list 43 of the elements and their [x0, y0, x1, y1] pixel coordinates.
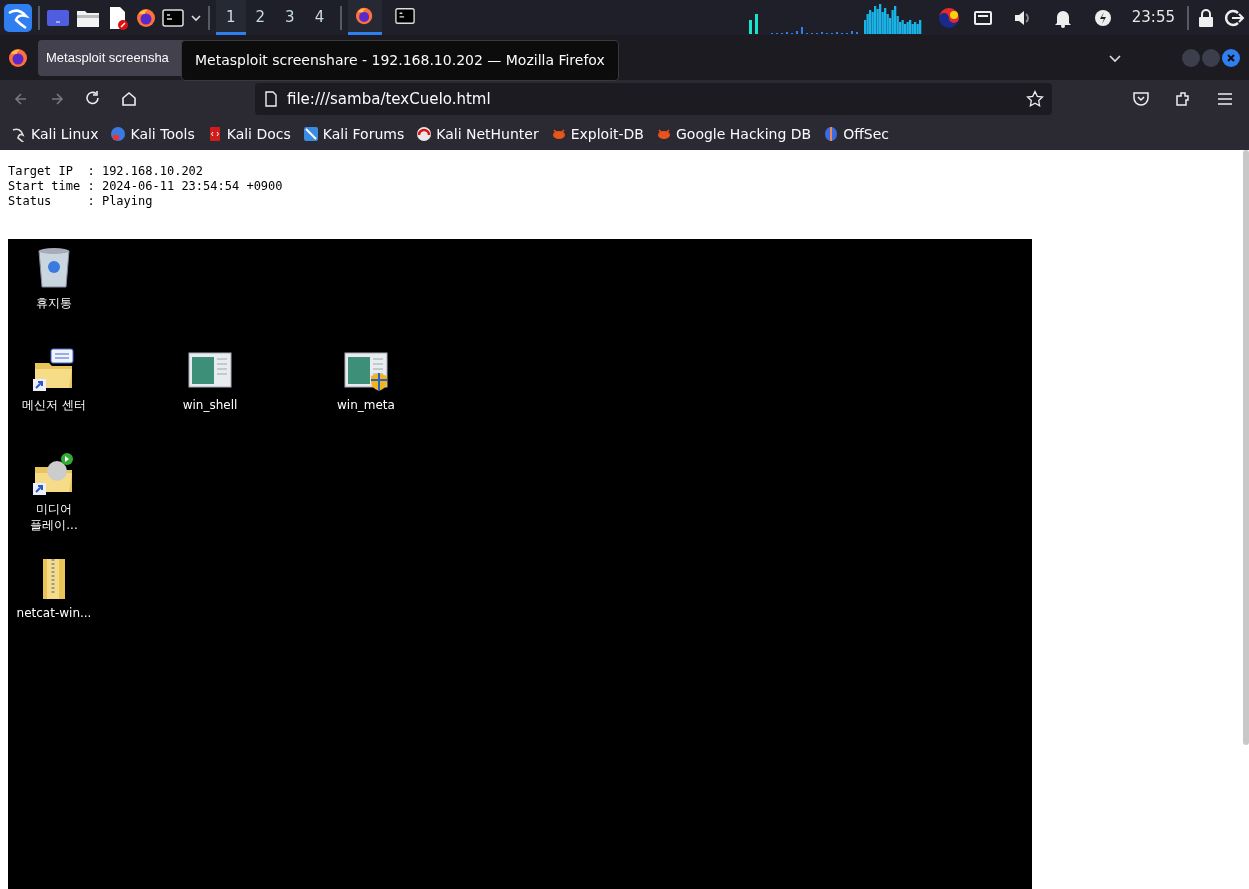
bookmark-link[interactable]: Kali Linux: [8, 121, 102, 147]
terminal-icon: [395, 6, 416, 26]
workspace-button[interactable]: 2: [245, 0, 276, 35]
tooltip: Metasploit screenshare - 192.168.10.202 — Mozilla Firefox: [181, 40, 619, 81]
firefox-window-button[interactable]: [348, 0, 383, 35]
bookmark-link[interactable]: Kali Tools: [107, 121, 198, 147]
home-icon[interactable]: [119, 89, 139, 109]
bookmark-link[interactable]: OffSec: [820, 121, 893, 147]
bookmark-link[interactable]: Exploit-DB: [547, 121, 647, 147]
session-info: Target IP : 192.168.10.202 Start time : 2024-06-11 23:54:54 +0900 Status : Playing: [8, 164, 284, 209]
workspace-button[interactable]: 3: [275, 0, 305, 35]
url-text: file:///samba/texCueIo.html: [287, 88, 492, 110]
desktop-icon-label[interactable]: win_shell: [182, 397, 238, 413]
bookmark-link[interactable]: Kali Docs: [203, 121, 294, 147]
bookmark-star-icon[interactable]: [1026, 90, 1044, 108]
bookmark-link[interactable]: Kali NetHunter: [413, 121, 542, 147]
workspace-button[interactable]: 4: [304, 0, 335, 35]
desktop-icon-label[interactable]: netcat-win...: [16, 605, 92, 621]
firefox-icon[interactable]: [136, 7, 156, 28]
firefox-icon[interactable]: [8, 47, 28, 68]
scrollbar[interactable]: [1243, 150, 1249, 745]
workspace-button[interactable]: 1: [216, 0, 246, 35]
desktop-icon-label[interactable]: 미디어 플레이...: [30, 501, 78, 533]
close-button[interactable]: [1221, 47, 1241, 68]
dragon-icon: [11, 126, 27, 142]
bookmark-icon: [823, 126, 840, 142]
bug-icon: [550, 126, 567, 142]
bug-icon: [656, 126, 672, 142]
bookmark-icon: [110, 126, 127, 142]
terminal-icon[interactable]: [162, 7, 184, 28]
page-icon: [263, 91, 279, 107]
desktop-icon-label[interactable]: 메신저 센터: [22, 397, 86, 413]
pocket-icon[interactable]: [1131, 89, 1151, 109]
bookmark-icon: [302, 126, 319, 142]
bookmark-link[interactable]: Kali Forums: [299, 121, 408, 147]
messenger-folder-shortcut-icon[interactable]: [31, 347, 77, 393]
bookmark-icon: [416, 126, 433, 142]
address-bar[interactable]: file:///samba/texCueIo.html: [255, 83, 1052, 115]
clock[interactable]: 23:55: [1131, 6, 1175, 29]
kali-menu-icon[interactable]: [4, 3, 32, 32]
desktop-icon-label[interactable]: 휴지통: [36, 295, 72, 311]
bookmark-link[interactable]: Google Hacking DB: [653, 121, 815, 147]
desktop-icon-label[interactable]: win_meta: [337, 397, 395, 413]
